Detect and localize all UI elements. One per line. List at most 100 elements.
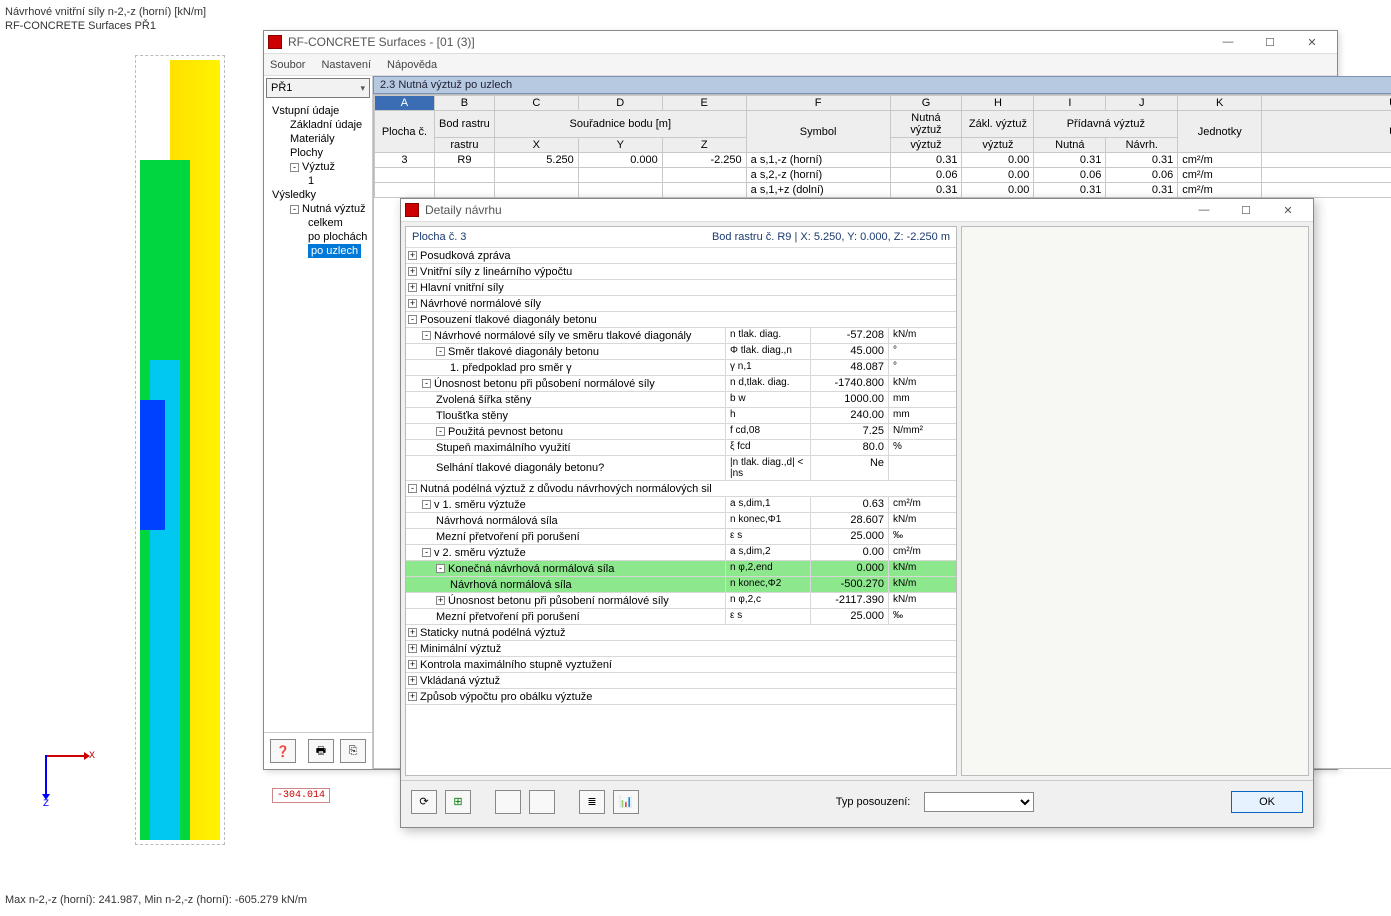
detail-row[interactable]: Mezní přetvoření při porušeníε s25.000‰ [406,609,956,625]
list-icon[interactable]: ≣ [579,790,605,814]
expand-icon[interactable]: + [408,692,417,701]
detail-row[interactable]: +Staticky nutná podélná výztuž [406,625,956,641]
col-g[interactable]: G [890,96,962,111]
expand-icon[interactable]: - [436,347,445,356]
col-j[interactable]: J [1106,96,1178,111]
col-f[interactable]: F [746,96,890,111]
detail-row[interactable]: -Použitá pevnost betonuf cd,087.25N/mm² [406,424,956,440]
detail-row[interactable]: +Vnitřní síly z lineárního výpočtu [406,264,956,280]
tree-by-surfaces[interactable]: po plochách [266,230,370,244]
export-icon[interactable]: ⎘ [340,739,366,763]
detail-row[interactable]: +Únosnost betonu při působení normálové … [406,593,956,609]
prev-button[interactable] [495,790,521,814]
col-i[interactable]: I [1034,96,1106,111]
detail-row[interactable]: -Nutná podélná výztuž z důvodu návrhovýc… [406,481,956,497]
expand-icon[interactable]: + [436,596,445,605]
detail-row[interactable]: -v 2. směru výztužea s,dim,20.00cm²/m [406,545,956,561]
col-d[interactable]: D [578,96,662,111]
tree-reinf-1[interactable]: 1 [266,174,370,188]
help-icon[interactable]: ❓ [270,739,296,763]
expand-icon[interactable]: - [408,315,417,324]
col-c[interactable]: C [494,96,578,111]
menu-settings[interactable]: Nastavení [321,59,371,71]
detail-row[interactable]: +Kontrola maximálního stupně vyztužení [406,657,956,673]
detail-row[interactable]: +Minimální výztuž [406,641,956,657]
table-row[interactable]: a s,2,-z (horní)0.060.000.060.06cm²/m [375,168,1391,183]
expand-icon[interactable]: + [408,644,417,653]
detail-row[interactable]: -v 1. směru výztužea s,dim,10.63cm²/m [406,497,956,513]
menu-file[interactable]: Soubor [270,59,305,71]
results-table[interactable]: A B C D E F G H I J K Upozornění [374,95,1391,198]
expand-icon[interactable]: - [422,379,431,388]
expand-icon[interactable]: - [422,500,431,509]
detail-row[interactable]: Návrhová normálová sílan konec,Φ128.607k… [406,513,956,529]
print-icon[interactable]: 🖶 [308,739,334,763]
refresh-icon[interactable]: ⟳ [411,790,437,814]
detail-row[interactable]: Stupeň maximálního využitíξ fcd80.0% [406,440,956,456]
tree-reinforcement[interactable]: -Výztuž [266,160,370,174]
minimize-button[interactable]: — [1207,32,1249,52]
col-k[interactable]: K [1178,96,1262,111]
maximize-button[interactable]: ☐ [1249,32,1291,52]
detail-row[interactable]: Selhání tlakové diagonály betonu?|n tlak… [406,456,956,481]
tree-expand-icon[interactable]: - [290,205,299,214]
expand-icon[interactable]: - [422,331,431,340]
col-warn[interactable]: Upozornění [1262,96,1391,111]
ok-button[interactable]: OK [1231,791,1303,813]
expand-icon[interactable]: + [408,676,417,685]
col-h[interactable]: H [962,96,1034,111]
expand-icon[interactable]: + [408,628,417,637]
expand-icon[interactable]: + [408,267,417,276]
detail-row[interactable]: -Konečná návrhová normálová sílan φ,2,en… [406,561,956,577]
tree-total[interactable]: celkem [266,216,370,230]
detail-row[interactable]: 1. předpoklad pro směr γγ n,148.087° [406,360,956,376]
minimize-button[interactable]: — [1183,200,1225,220]
col-b[interactable]: B [434,96,494,111]
detail-row[interactable]: Tloušťka stěnyh240.00mm [406,408,956,424]
close-button[interactable]: ✕ [1291,32,1333,52]
close-button[interactable]: ✕ [1267,200,1309,220]
detail-row[interactable]: +Posudková zpráva [406,248,956,264]
detail-row[interactable]: Návrhová normálová sílan konec,Φ2-500.27… [406,577,956,593]
tree-by-nodes[interactable]: po uzlech [266,244,370,258]
expand-icon[interactable]: - [436,564,445,573]
col-e[interactable]: E [662,96,746,111]
expand-icon[interactable]: + [408,660,417,669]
detail-row[interactable]: +Návrhové normálové síly [406,296,956,312]
tree-basic-data[interactable]: Základní údaje [266,118,370,132]
detail-rows[interactable]: +Posudková zpráva+Vnitřní síly z lineárn… [406,248,956,775]
table-row[interactable]: a s,1,+z (dolní)0.310.000.310.31cm²/m [375,183,1391,198]
nav-tree[interactable]: Vstupní údaje Základní údaje Materiály P… [264,100,372,732]
detail-row[interactable]: +Způsob výpočtu pro obálku výztuže [406,689,956,705]
detail-row[interactable]: -Směr tlakové diagonály betonuΦ tlak. di… [406,344,956,360]
tree-required-reinf[interactable]: -Nutná výztuž [266,202,370,216]
main-titlebar[interactable]: RF-CONCRETE Surfaces - [01 (3)] — ☐ ✕ [264,31,1337,54]
chart-icon[interactable]: 📊 [613,790,639,814]
expand-icon[interactable]: - [422,548,431,557]
col-a[interactable]: A [375,96,435,111]
detail-row[interactable]: +Hlavní vnitřní síly [406,280,956,296]
detail-row[interactable]: Mezní přetvoření při porušeníε s25.000‰ [406,529,956,545]
detail-row[interactable]: -Posouzení tlakové diagonály betonu [406,312,956,328]
detail-row[interactable]: -Únosnost betonu při působení normálové … [406,376,956,392]
menu-help[interactable]: Nápověda [387,59,437,71]
tree-results[interactable]: Výsledky [266,188,370,202]
excel-icon[interactable]: ⊞ [445,790,471,814]
tree-input-data[interactable]: Vstupní údaje [266,104,370,118]
tree-materials[interactable]: Materiály [266,132,370,146]
tree-surfaces[interactable]: Plochy [266,146,370,160]
design-type-select[interactable] [924,792,1034,812]
case-combo[interactable]: PŘ1 ▾ [266,78,370,98]
next-button[interactable] [529,790,555,814]
detail-row[interactable]: Zvolená šířka stěnyb w1000.00mm [406,392,956,408]
detail-titlebar[interactable]: Detaily návrhu — ☐ ✕ [401,199,1313,222]
detail-row[interactable]: +Vkládaná výztuž [406,673,956,689]
expand-icon[interactable]: + [408,299,417,308]
maximize-button[interactable]: ☐ [1225,200,1267,220]
expand-icon[interactable]: - [436,427,445,436]
tree-expand-icon[interactable]: - [290,163,299,172]
expand-icon[interactable]: + [408,251,417,260]
table-row[interactable]: 3R95.2500.000-2.250a s,1,-z (horní)0.310… [375,153,1391,168]
expand-icon[interactable]: + [408,283,417,292]
expand-icon[interactable]: - [408,484,417,493]
